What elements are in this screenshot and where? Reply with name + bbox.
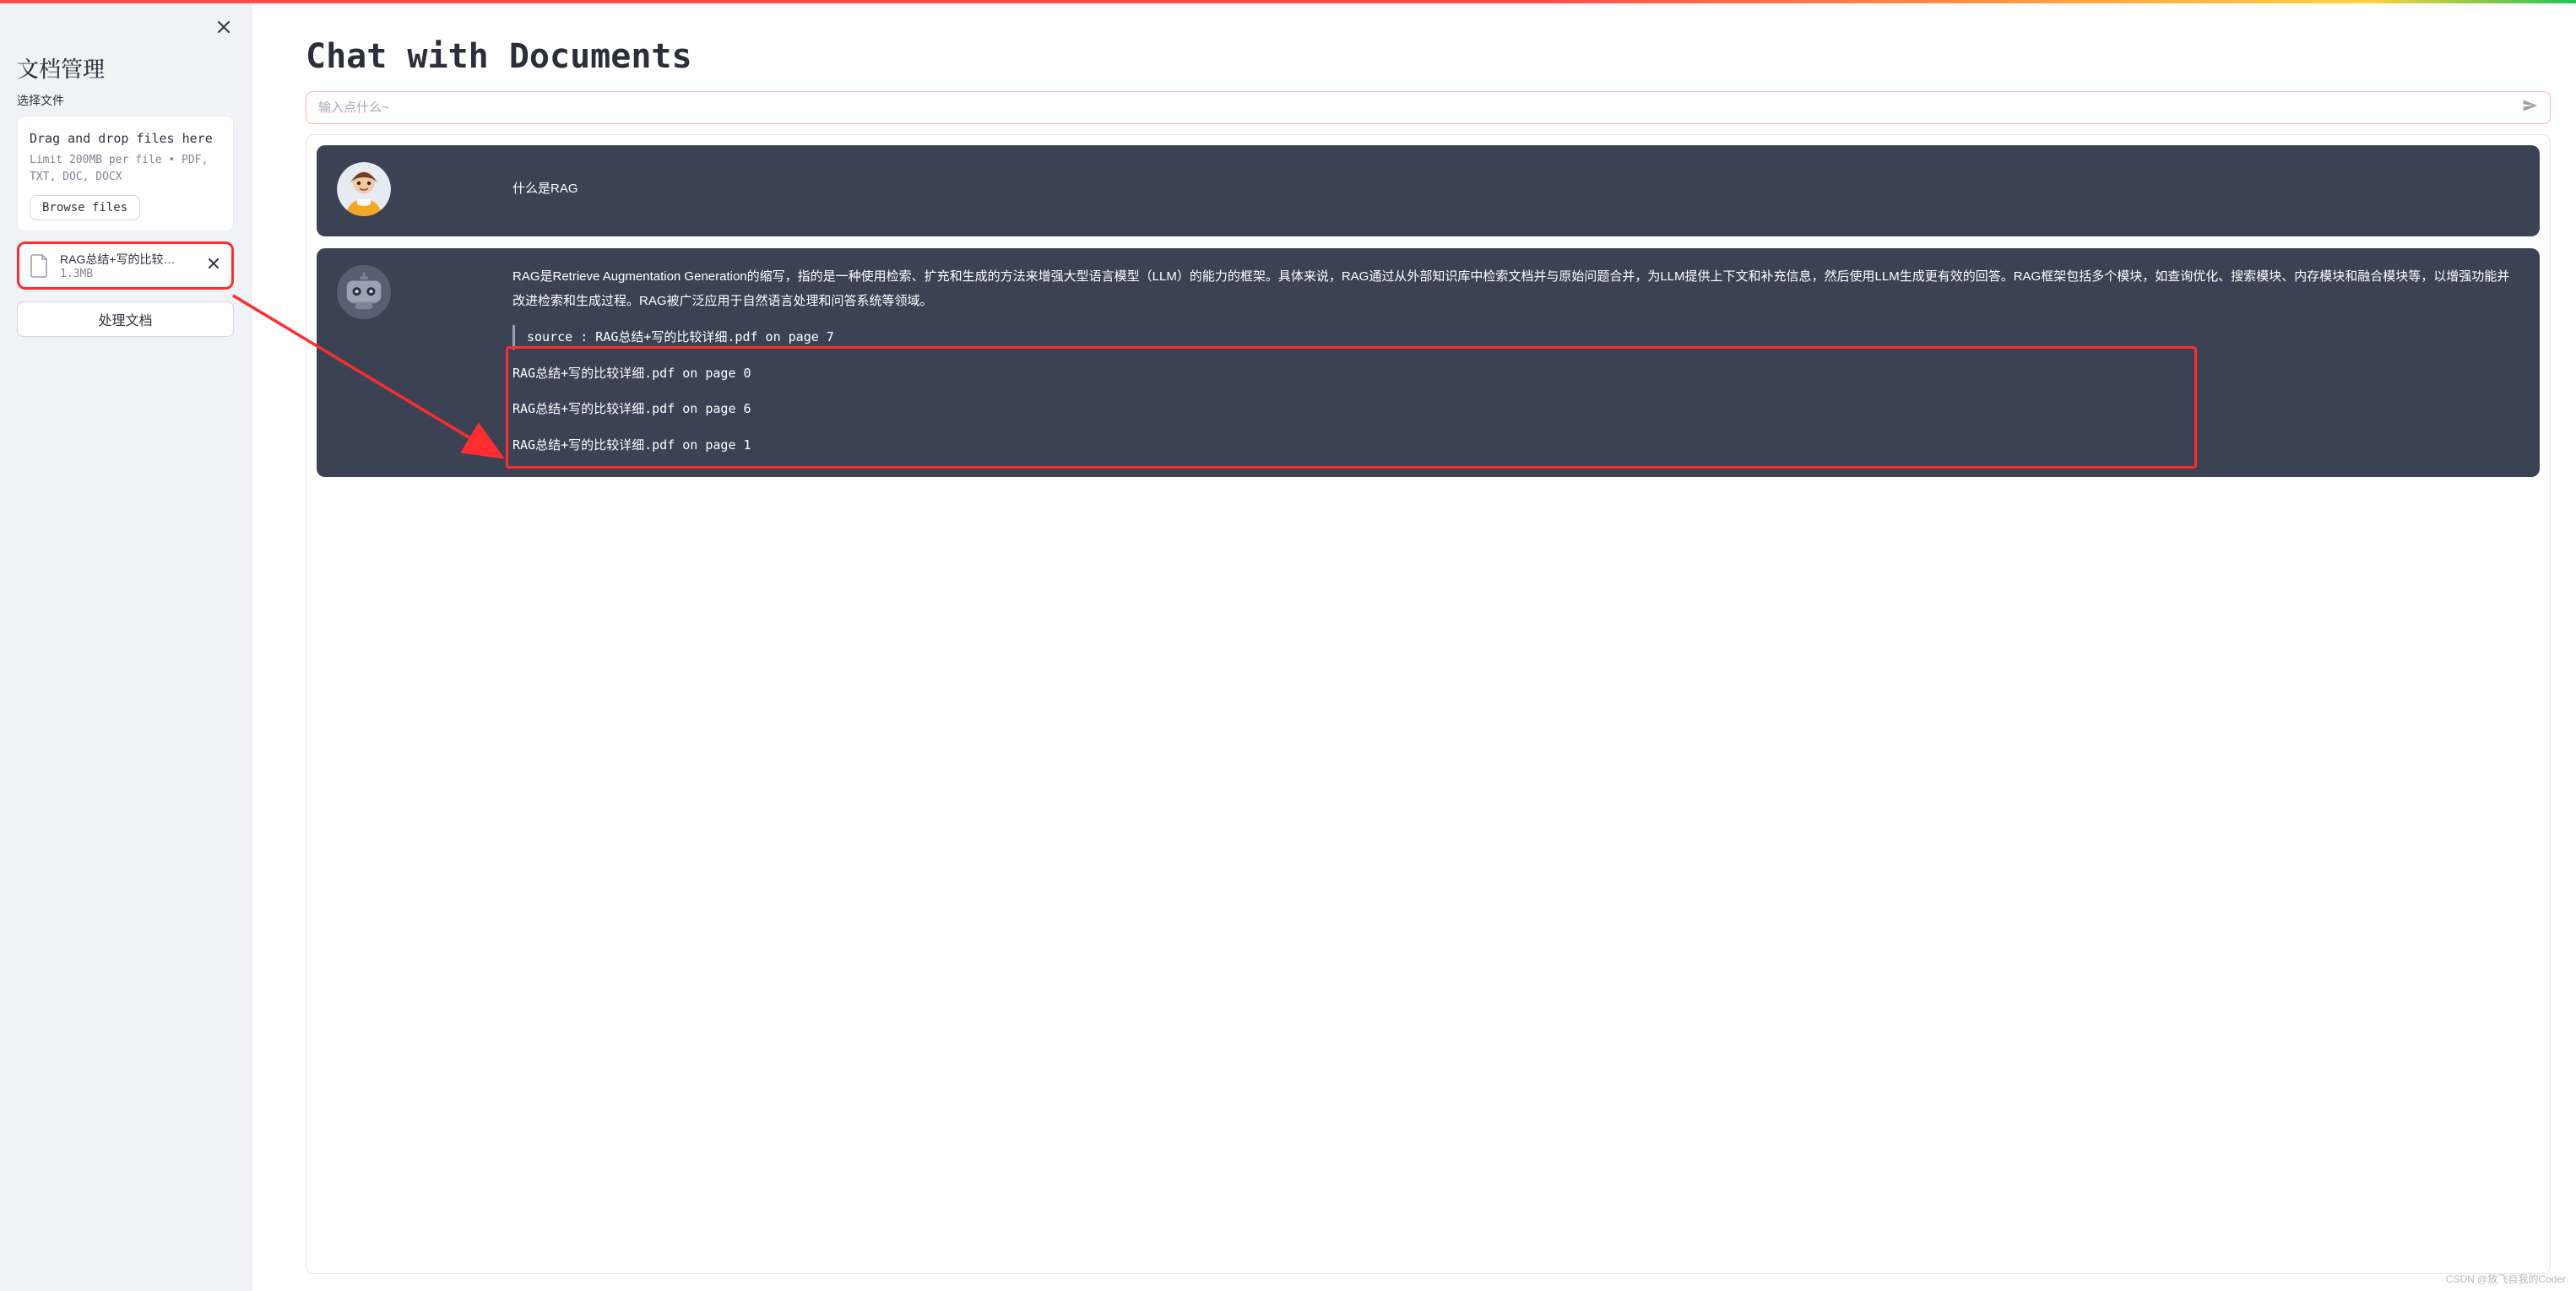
chat-input[interactable]	[315, 95, 2518, 120]
send-button[interactable]	[2518, 96, 2541, 120]
bot-source-line: RAG总结+写的比较详细.pdf on page 6	[512, 397, 2519, 421]
app-root: 文档管理 选择文件 Drag and drop files here Limit…	[0, 3, 2576, 1291]
sidebar-title: 文档管理	[17, 52, 234, 84]
bot-message-body: RAG是Retrieve Augmentation Generation的缩写，…	[411, 265, 2519, 457]
uploaded-file-size: 1.3MB	[60, 268, 196, 280]
chat-container[interactable]: 什么是RAG	[306, 134, 2551, 1274]
page-title: Chat with Documents	[306, 37, 2551, 76]
chat-inner: 什么是RAG	[317, 145, 2546, 477]
uploaded-file-info: RAG总结+写的比较… 1.3MB	[60, 251, 196, 280]
bot-avatar	[337, 265, 391, 319]
remove-file-button[interactable]	[204, 257, 223, 275]
file-select-label: 选择文件	[17, 92, 234, 109]
user-message-text: 什么是RAG	[411, 162, 2519, 216]
send-icon	[2521, 97, 2538, 118]
bot-source-line: RAG总结+写的比较详细.pdf on page 1	[512, 433, 2519, 458]
watermark-text: CSDN @放飞自我的Coder	[2446, 1272, 2566, 1286]
uploader-drag-text: Drag and drop files here	[30, 128, 221, 149]
chat-message-bot: RAG是Retrieve Augmentation Generation的缩写，…	[317, 248, 2540, 477]
close-icon	[208, 258, 220, 274]
sidebar-close-button[interactable]	[212, 17, 236, 41]
file-uploader[interactable]: Drag and drop files here Limit 200MB per…	[17, 116, 234, 231]
uploaded-file-chip: RAG总结+写的比较… 1.3MB	[17, 241, 234, 290]
uploaded-file-name: RAG总结+写的比较…	[60, 251, 196, 268]
sidebar: 文档管理 选择文件 Drag and drop files here Limit…	[0, 3, 252, 1291]
process-docs-button[interactable]: 处理文档	[17, 301, 234, 337]
chat-message-user: 什么是RAG	[317, 145, 2540, 236]
bot-source-quoted: source : RAG总结+写的比较详细.pdf on page 7	[512, 325, 2519, 350]
user-avatar	[337, 162, 391, 216]
file-icon	[28, 252, 52, 280]
bot-source-line: RAG总结+写的比较详细.pdf on page 0	[512, 361, 2519, 386]
main-content: Chat with Documents	[252, 3, 2576, 1291]
close-icon	[217, 20, 230, 38]
browse-files-button[interactable]: Browse files	[30, 195, 140, 220]
chat-input-row	[306, 91, 2551, 124]
bot-answer-text: RAG是Retrieve Augmentation Generation的缩写，…	[512, 265, 2519, 313]
uploader-limit-text: Limit 200MB per file • PDF, TXT, DOC, DO…	[30, 152, 221, 185]
